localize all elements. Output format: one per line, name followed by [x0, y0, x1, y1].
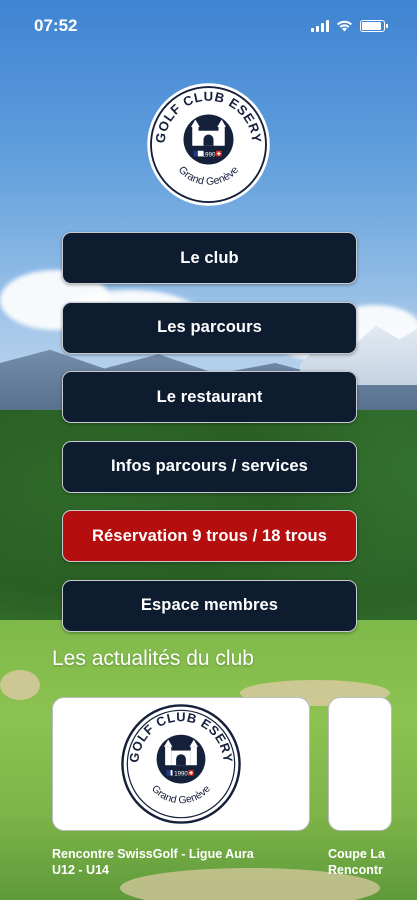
news-caption-line: Rencontre SwissGolf - Ligue Aura [52, 847, 254, 861]
golf-club-logo: GOLF CLUB ESERY 1990 Grand Genève [121, 704, 241, 824]
news-card-caption[interactable]: Coupe La Rencontr [328, 846, 392, 878]
espace-membres-button[interactable]: Espace membres [62, 579, 357, 632]
le-club-label: Le club [180, 248, 239, 267]
les-parcours-button[interactable]: Les parcours [62, 301, 357, 354]
wifi-icon [337, 20, 352, 32]
battery-icon [360, 20, 388, 32]
cellular-signal-icon [311, 20, 329, 32]
les-parcours-label: Les parcours [157, 318, 262, 337]
news-card[interactable] [328, 697, 392, 831]
reservation-button[interactable]: Réservation 9 trous / 18 trous [62, 510, 357, 563]
golf-club-logo: GOLF CLUB ESERY 1990 Grand Genève [147, 83, 270, 206]
logo-year: 1990 [202, 151, 216, 158]
status-bar: 07:52 [0, 0, 417, 52]
reservation-label: Réservation 9 trous / 18 trous [92, 526, 327, 545]
news-card-caption[interactable]: Rencontre SwissGolf - Ligue Aura U12 - U… [52, 846, 310, 878]
infos-parcours-services-label: Infos parcours / services [111, 457, 308, 476]
status-icons [311, 20, 388, 32]
news-card[interactable]: GOLF CLUB ESERY 1990 Grand Genève [52, 697, 310, 831]
sand-bunker [0, 670, 40, 700]
news-caption-line: Rencontr [328, 863, 383, 877]
news-caption-line: U12 - U14 [52, 863, 109, 877]
infos-parcours-services-button[interactable]: Infos parcours / services [62, 440, 357, 493]
le-restaurant-button[interactable]: Le restaurant [62, 371, 357, 424]
news-caption-line: Coupe La [328, 847, 385, 861]
le-restaurant-label: Le restaurant [156, 387, 263, 406]
le-club-button[interactable]: Le club [62, 232, 357, 284]
status-time: 07:52 [34, 16, 78, 35]
espace-membres-label: Espace membres [140, 596, 279, 615]
main-menu: Le club Les parcours Le restaurant Infos… [62, 232, 357, 650]
svg-text:1990: 1990 [174, 771, 188, 778]
news-section-title: Les actualités du club [52, 647, 254, 670]
